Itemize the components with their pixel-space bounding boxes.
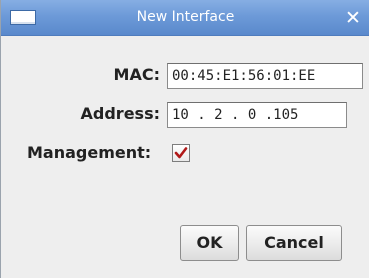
mac-field[interactable]: 00:45:E1:56:01:EE (167, 63, 363, 89)
address-field[interactable]: 10 . 2 . 0 .105 (167, 102, 347, 128)
management-label: Management: (27, 143, 152, 162)
title-bar[interactable]: New Interface ✕ (1, 0, 369, 36)
mac-label: MAC: (113, 65, 160, 84)
dialog-title: New Interface (136, 9, 235, 25)
checkmark-icon (174, 147, 188, 159)
management-checkbox[interactable] (172, 144, 190, 162)
cancel-button[interactable]: Cancel (246, 225, 342, 261)
dialog-window: New Interface ✕ MAC: 00:45:E1:56:01:EE A… (0, 0, 369, 278)
close-icon[interactable]: ✕ (340, 5, 366, 31)
address-label: Address: (80, 104, 160, 123)
ok-button[interactable]: OK (180, 225, 239, 261)
